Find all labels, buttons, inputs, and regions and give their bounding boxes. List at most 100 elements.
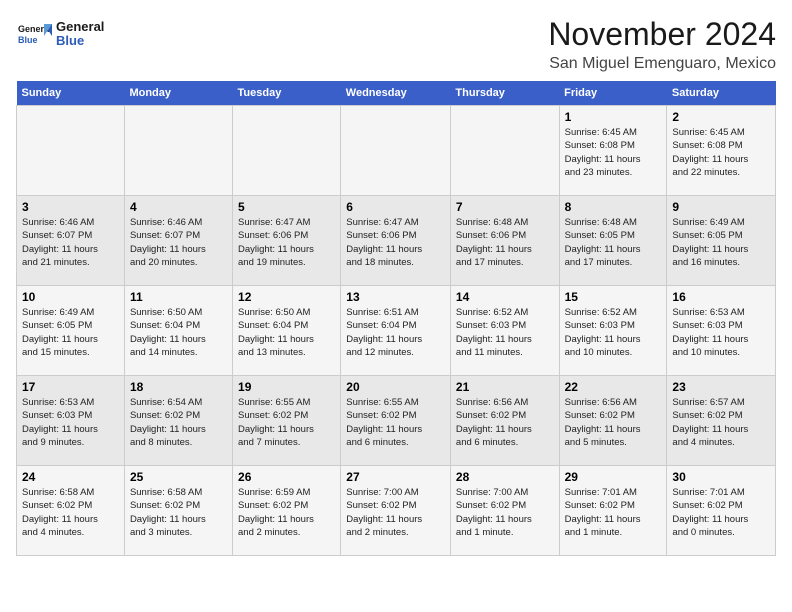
day-detail: Sunrise: 6:46 AM Sunset: 6:07 PM Dayligh… <box>22 216 119 269</box>
logo: General Blue General Blue <box>16 16 104 52</box>
calendar-cell: 23 Sunrise: 6:57 AM Sunset: 6:02 PM Dayli… <box>667 376 776 466</box>
day-number: 12 <box>238 290 335 304</box>
th-friday: Friday <box>559 81 667 106</box>
day-number: 21 <box>456 380 554 394</box>
calendar-cell <box>450 106 559 196</box>
day-number: 5 <box>238 200 335 214</box>
day-detail: Sunrise: 6:50 AM Sunset: 6:04 PM Dayligh… <box>238 306 335 359</box>
day-detail: Sunrise: 6:53 AM Sunset: 6:03 PM Dayligh… <box>672 306 770 359</box>
day-detail: Sunrise: 6:57 AM Sunset: 6:02 PM Dayligh… <box>672 396 770 449</box>
day-detail: Sunrise: 6:48 AM Sunset: 6:05 PM Dayligh… <box>565 216 662 269</box>
day-detail: Sunrise: 7:00 AM Sunset: 6:02 PM Dayligh… <box>456 486 554 539</box>
calendar-cell: 30 Sunrise: 7:01 AM Sunset: 6:02 PM Dayli… <box>667 466 776 556</box>
day-number: 6 <box>346 200 445 214</box>
day-detail: Sunrise: 6:52 AM Sunset: 6:03 PM Dayligh… <box>565 306 662 359</box>
day-detail: Sunrise: 7:01 AM Sunset: 6:02 PM Dayligh… <box>565 486 662 539</box>
day-detail: Sunrise: 6:52 AM Sunset: 6:03 PM Dayligh… <box>456 306 554 359</box>
day-detail: Sunrise: 6:58 AM Sunset: 6:02 PM Dayligh… <box>130 486 227 539</box>
day-detail: Sunrise: 6:56 AM Sunset: 6:02 PM Dayligh… <box>565 396 662 449</box>
day-detail: Sunrise: 6:48 AM Sunset: 6:06 PM Dayligh… <box>456 216 554 269</box>
day-detail: Sunrise: 6:49 AM Sunset: 6:05 PM Dayligh… <box>22 306 119 359</box>
logo-icon: General Blue <box>16 16 52 52</box>
day-number: 22 <box>565 380 662 394</box>
calendar-cell: 29 Sunrise: 7:01 AM Sunset: 6:02 PM Dayli… <box>559 466 667 556</box>
th-tuesday: Tuesday <box>233 81 341 106</box>
calendar-cell: 3 Sunrise: 6:46 AM Sunset: 6:07 PM Daylig… <box>17 196 125 286</box>
location-title: San Miguel Emenguaro, Mexico <box>548 55 776 73</box>
page-header: General Blue General Blue November 2024 … <box>16 16 776 73</box>
calendar-cell: 16 Sunrise: 6:53 AM Sunset: 6:03 PM Dayli… <box>667 286 776 376</box>
calendar-cell: 27 Sunrise: 7:00 AM Sunset: 6:02 PM Dayli… <box>341 466 451 556</box>
th-wednesday: Wednesday <box>341 81 451 106</box>
calendar-week-5: 24 Sunrise: 6:58 AM Sunset: 6:02 PM Dayli… <box>17 466 776 556</box>
calendar-cell: 1 Sunrise: 6:45 AM Sunset: 6:08 PM Daylig… <box>559 106 667 196</box>
day-number: 2 <box>672 110 770 124</box>
calendar-cell: 17 Sunrise: 6:53 AM Sunset: 6:03 PM Dayli… <box>17 376 125 466</box>
day-number: 1 <box>565 110 662 124</box>
calendar-header: Sunday Monday Tuesday Wednesday Thursday… <box>17 81 776 106</box>
th-monday: Monday <box>124 81 232 106</box>
day-number: 28 <box>456 470 554 484</box>
day-number: 20 <box>346 380 445 394</box>
day-number: 29 <box>565 470 662 484</box>
day-detail: Sunrise: 6:58 AM Sunset: 6:02 PM Dayligh… <box>22 486 119 539</box>
th-saturday: Saturday <box>667 81 776 106</box>
day-detail: Sunrise: 7:01 AM Sunset: 6:02 PM Dayligh… <box>672 486 770 539</box>
day-detail: Sunrise: 6:45 AM Sunset: 6:08 PM Dayligh… <box>672 126 770 179</box>
day-detail: Sunrise: 6:47 AM Sunset: 6:06 PM Dayligh… <box>238 216 335 269</box>
day-number: 14 <box>456 290 554 304</box>
day-number: 19 <box>238 380 335 394</box>
calendar-cell: 2 Sunrise: 6:45 AM Sunset: 6:08 PM Daylig… <box>667 106 776 196</box>
calendar-cell: 12 Sunrise: 6:50 AM Sunset: 6:04 PM Dayli… <box>233 286 341 376</box>
calendar-body: 1 Sunrise: 6:45 AM Sunset: 6:08 PM Daylig… <box>17 106 776 556</box>
calendar-week-1: 1 Sunrise: 6:45 AM Sunset: 6:08 PM Daylig… <box>17 106 776 196</box>
day-detail: Sunrise: 6:56 AM Sunset: 6:02 PM Dayligh… <box>456 396 554 449</box>
calendar-cell: 8Sunrise: 6:48 AM Sunset: 6:05 PM Daylig… <box>559 196 667 286</box>
day-detail: Sunrise: 6:51 AM Sunset: 6:04 PM Dayligh… <box>346 306 445 359</box>
calendar-cell: 20Sunrise: 6:55 AM Sunset: 6:02 PM Dayli… <box>341 376 451 466</box>
th-sunday: Sunday <box>17 81 125 106</box>
svg-text:Blue: Blue <box>18 35 38 45</box>
day-number: 18 <box>130 380 227 394</box>
calendar-cell: 6 Sunrise: 6:47 AM Sunset: 6:06 PM Daylig… <box>341 196 451 286</box>
weekday-row: Sunday Monday Tuesday Wednesday Thursday… <box>17 81 776 106</box>
calendar-cell: 26Sunrise: 6:59 AM Sunset: 6:02 PM Dayli… <box>233 466 341 556</box>
day-number: 16 <box>672 290 770 304</box>
calendar-cell: 13Sunrise: 6:51 AM Sunset: 6:04 PM Dayli… <box>341 286 451 376</box>
calendar-cell: 14 Sunrise: 6:52 AM Sunset: 6:03 PM Dayli… <box>450 286 559 376</box>
day-number: 9 <box>672 200 770 214</box>
day-detail: Sunrise: 6:54 AM Sunset: 6:02 PM Dayligh… <box>130 396 227 449</box>
calendar-cell: 25 Sunrise: 6:58 AM Sunset: 6:02 PM Dayli… <box>124 466 232 556</box>
day-detail: Sunrise: 6:47 AM Sunset: 6:06 PM Dayligh… <box>346 216 445 269</box>
day-detail: Sunrise: 6:45 AM Sunset: 6:08 PM Dayligh… <box>565 126 662 179</box>
calendar-cell: 18 Sunrise: 6:54 AM Sunset: 6:02 PM Dayli… <box>124 376 232 466</box>
day-detail: Sunrise: 6:53 AM Sunset: 6:03 PM Dayligh… <box>22 396 119 449</box>
calendar-cell: 11 Sunrise: 6:50 AM Sunset: 6:04 PM Dayli… <box>124 286 232 376</box>
day-number: 10 <box>22 290 119 304</box>
calendar-cell <box>233 106 341 196</box>
day-number: 7 <box>456 200 554 214</box>
day-detail: Sunrise: 6:46 AM Sunset: 6:07 PM Dayligh… <box>130 216 227 269</box>
th-thursday: Thursday <box>450 81 559 106</box>
calendar-cell: 21 Sunrise: 6:56 AM Sunset: 6:02 PM Dayli… <box>450 376 559 466</box>
day-number: 4 <box>130 200 227 214</box>
day-number: 23 <box>672 380 770 394</box>
calendar-cell: 19Sunrise: 6:55 AM Sunset: 6:02 PM Dayli… <box>233 376 341 466</box>
calendar-cell: 22 Sunrise: 6:56 AM Sunset: 6:02 PM Dayli… <box>559 376 667 466</box>
day-number: 25 <box>130 470 227 484</box>
calendar-table: Sunday Monday Tuesday Wednesday Thursday… <box>16 81 776 556</box>
day-number: 17 <box>22 380 119 394</box>
day-number: 30 <box>672 470 770 484</box>
day-number: 24 <box>22 470 119 484</box>
day-number: 11 <box>130 290 227 304</box>
day-number: 27 <box>346 470 445 484</box>
calendar-cell <box>341 106 451 196</box>
day-number: 3 <box>22 200 119 214</box>
day-detail: Sunrise: 6:50 AM Sunset: 6:04 PM Dayligh… <box>130 306 227 359</box>
calendar-week-4: 17 Sunrise: 6:53 AM Sunset: 6:03 PM Dayli… <box>17 376 776 466</box>
calendar-cell: 28 Sunrise: 7:00 AM Sunset: 6:02 PM Dayli… <box>450 466 559 556</box>
day-detail: Sunrise: 7:00 AM Sunset: 6:02 PM Dayligh… <box>346 486 445 539</box>
day-number: 26 <box>238 470 335 484</box>
month-title: November 2024 <box>548 16 776 53</box>
calendar-cell <box>17 106 125 196</box>
